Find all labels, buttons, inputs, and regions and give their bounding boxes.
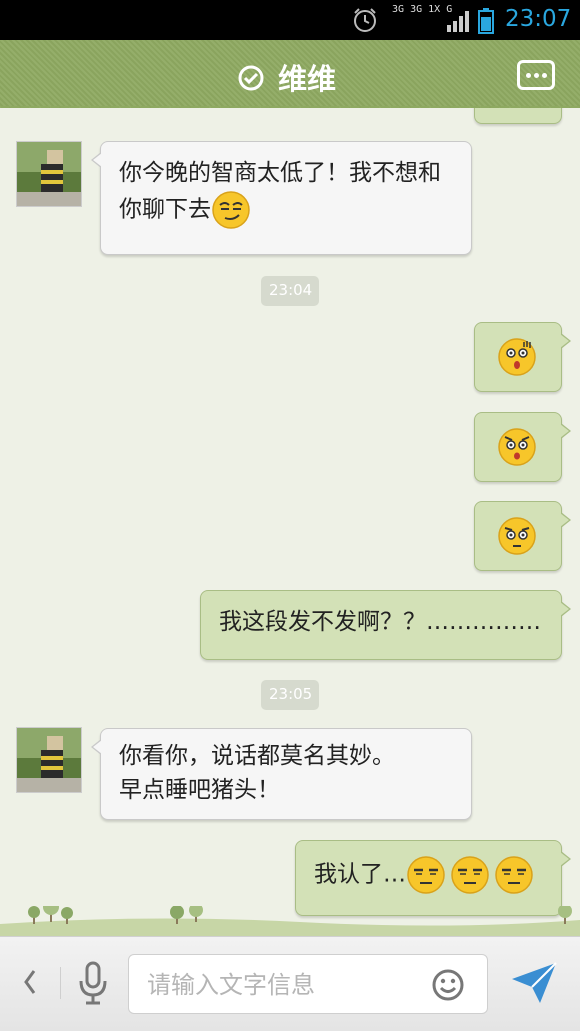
annoyed-face-emoji-icon [495, 856, 533, 894]
surprised-face-emoji-icon [498, 338, 536, 376]
more-menu-button[interactable] [517, 60, 555, 90]
contact-avatar[interactable] [16, 141, 82, 207]
more-menu-dot [534, 73, 539, 78]
message-input[interactable] [147, 965, 427, 1005]
annoyed-face-emoji-icon [451, 856, 489, 894]
alarm-icon [354, 8, 376, 32]
contact-name: 维维 [278, 62, 337, 96]
incoming-message-bubble[interactable]: 你看你，说话都莫名其妙。早点睡吧猪头！ [91, 728, 472, 820]
message-input-bar [0, 936, 580, 1031]
decorative-hills [0, 906, 580, 936]
annoyed-face-emoji-icon [407, 856, 445, 894]
status-bar: 3G 3G 1X G 23:07 [0, 0, 580, 40]
more-menu-dot [542, 73, 547, 78]
signal-icon [447, 11, 469, 32]
clock: 23:07 [505, 6, 572, 32]
incoming-message-bubble[interactable]: 你今晚的智商太低了！我不想和你聊下去 [91, 141, 472, 255]
avatar-photo [17, 728, 81, 792]
message-text: 你看你，说话都莫名其妙。早点睡吧猪头！ [119, 743, 395, 803]
divider [60, 967, 61, 999]
message-text: 你今晚的智商太低了！我不想和你聊下去 [119, 160, 441, 223]
contact-avatar[interactable] [16, 727, 82, 793]
timestamp: 23:05 [261, 680, 319, 710]
outgoing-message-bubble[interactable]: 我认了… [295, 840, 571, 916]
back-chevron-icon[interactable] [20, 967, 40, 997]
partial-outgoing-bubble [474, 108, 562, 124]
check-circle-icon [238, 65, 264, 91]
network-label-3g: 3G [392, 4, 405, 15]
battery-icon [478, 8, 494, 34]
smug-face-emoji-icon [212, 191, 250, 229]
timestamp: 23:04 [261, 276, 319, 306]
microphone-icon[interactable] [78, 961, 108, 1005]
shocked-face-emoji-icon [498, 428, 536, 466]
network-label-3g-1x: 3G 1X [410, 4, 441, 15]
chat-area[interactable]: 你今晚的智商太低了！我不想和你聊下去 23:04 我这段发不发啊？？…………… … [0, 108, 580, 936]
message-text: 我认了… [314, 861, 406, 888]
outgoing-emoji-bubble[interactable] [474, 322, 571, 392]
more-menu-icon [526, 73, 531, 78]
send-icon[interactable] [510, 961, 558, 1005]
network-type-indicator: 3G 3G 1X G [392, 4, 452, 16]
confused-face-emoji-icon [498, 517, 536, 555]
outgoing-emoji-bubble[interactable] [474, 501, 571, 571]
smiley-icon[interactable] [431, 968, 465, 1002]
outgoing-emoji-bubble[interactable] [474, 412, 571, 482]
message-text: 我这段发不发啊？？…………… [219, 609, 541, 635]
avatar-photo [17, 142, 81, 206]
chat-header: 维维 [0, 40, 580, 114]
outgoing-message-bubble[interactable]: 我这段发不发啊？？…………… [200, 590, 571, 660]
message-field[interactable] [128, 954, 488, 1014]
